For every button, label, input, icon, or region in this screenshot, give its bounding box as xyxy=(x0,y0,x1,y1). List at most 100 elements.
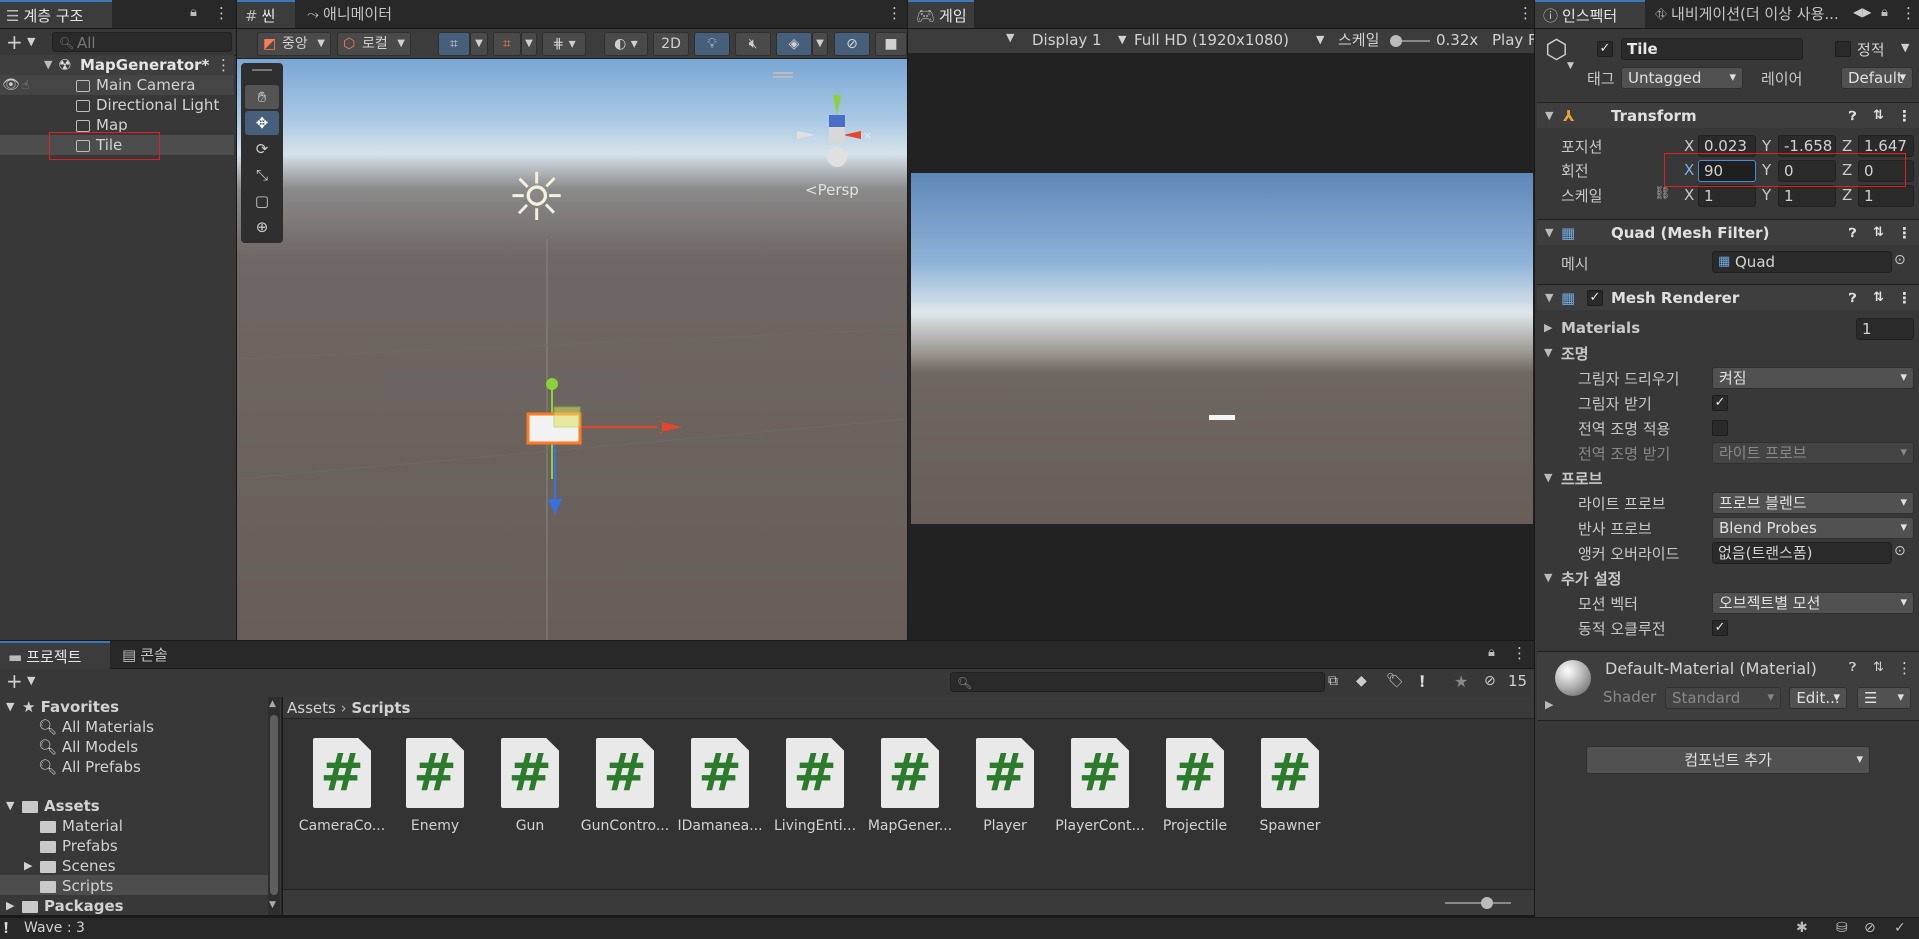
kebab-menu-icon[interactable]: ⋮ xyxy=(214,4,229,22)
kebab-menu-icon[interactable]: ⋮ xyxy=(887,4,902,22)
cache-server-icon[interactable]: ⛁ xyxy=(1836,920,1848,936)
panel-handle-icon[interactable] xyxy=(773,72,793,78)
receive-shadows-checkbox[interactable]: ✓ xyxy=(1712,395,1728,411)
shading-mode-dropdown[interactable]: ◐ ▾ xyxy=(604,32,648,56)
script-asset-projectile[interactable]: # Projectile xyxy=(1150,738,1240,834)
tab-game[interactable]: 🎮︎ 게임 xyxy=(908,0,974,28)
contribute-gi-checkbox[interactable] xyxy=(1712,420,1728,436)
tab-scene[interactable]: # 씬 xyxy=(237,0,295,28)
presets-icon[interactable]: ⇅ xyxy=(1873,660,1884,675)
tab-animator[interactable]: ⤳ 애니메이터 xyxy=(299,0,400,28)
effects-dropdown[interactable]: ▼ xyxy=(812,32,828,56)
thumbnail-size-slider[interactable] xyxy=(1445,897,1511,909)
status-message[interactable]: Wave : 3 xyxy=(24,920,85,936)
local-global-dropdown[interactable]: ⬡ 로컬 ▼ xyxy=(337,32,411,56)
scroll-up-arrow-icon[interactable]: ▲ xyxy=(269,699,276,709)
search-by-label-icon[interactable]: ◆ xyxy=(1356,673,1367,689)
resolution-dropdown[interactable]: Full HD (1920x1080) ▼ xyxy=(1134,29,1330,53)
scale-slider[interactable] xyxy=(1390,35,1430,47)
object-picker-icon[interactable]: ⊙ xyxy=(1894,252,1906,268)
breadcrumb-scripts[interactable]: Scripts xyxy=(351,699,410,717)
add-icon[interactable]: + xyxy=(6,669,23,693)
progress-check-icon[interactable]: ✓ xyxy=(1894,920,1906,936)
foldout-arrow-icon[interactable]: ▼ xyxy=(1544,471,1552,484)
visibility-eye-icon[interactable]: 👁︎ xyxy=(2,75,20,95)
component-menu-icon[interactable]: ⋮ xyxy=(1897,659,1912,677)
tag-dropdown[interactable]: Untagged xyxy=(1621,67,1743,89)
foldout-arrow-icon[interactable]: ▶ xyxy=(6,896,14,916)
search-by-type-icon[interactable]: ⧉ xyxy=(1328,673,1338,689)
mesh-renderer-header[interactable]: ▼ ▦ ✓ Mesh Renderer ❓︎ ⇅ ⋮ xyxy=(1537,284,1919,310)
foldout-arrow-icon[interactable]: ▶ xyxy=(24,856,32,876)
script-asset-cameracontroller[interactable]: # CameraCo... xyxy=(297,738,387,834)
help-icon[interactable]: ❓︎ xyxy=(1849,285,1856,311)
tab-navigation[interactable]: ⛗ 내비게이션(더 이상 사용... xyxy=(1647,0,1867,28)
lock-icon[interactable]: 🔒︎ xyxy=(1881,5,1888,20)
play-mode-dropdown[interactable]: Play F xyxy=(1492,29,1534,51)
script-asset-mapgenerator[interactable]: # MapGener... xyxy=(865,738,955,834)
scene-menu-icon[interactable]: ⋮ xyxy=(216,55,231,75)
component-menu-icon[interactable]: ⋮ xyxy=(1897,285,1912,311)
folder-item-scenes[interactable]: Scenes xyxy=(40,856,116,876)
grid-snap-dropdown[interactable]: ▼ xyxy=(470,32,488,56)
static-dropdown-icon[interactable]: ▼ xyxy=(1901,41,1909,54)
camera-toggle[interactable]: ■ xyxy=(875,32,907,56)
mesh-field[interactable]: ▦ Quad xyxy=(1712,251,1892,273)
help-icon[interactable]: ❓︎ xyxy=(1849,220,1856,246)
breadcrumb-assets[interactable]: Assets xyxy=(287,699,336,717)
tree-scrollbar[interactable]: ▲ ▼ xyxy=(268,697,280,915)
mesh-filter-header[interactable]: ▼ ▦ Quad (Mesh Filter) ❓︎ ⇅ ⋮ xyxy=(1537,219,1919,245)
add-icon[interactable]: + xyxy=(6,30,23,54)
component-menu-icon[interactable]: ⋮ xyxy=(1897,103,1912,129)
static-checkbox[interactable] xyxy=(1835,41,1851,57)
probes-label[interactable]: 프로브 xyxy=(1561,468,1602,489)
scale-tool-button[interactable]: ⤡ xyxy=(245,163,279,187)
script-asset-gun[interactable]: # Gun xyxy=(485,738,575,834)
favorite-star-icon[interactable]: ★ xyxy=(1454,672,1468,691)
add-component-button[interactable]: 컴포넌트 추가 xyxy=(1586,746,1870,774)
script-asset-enemy[interactable]: # Enemy xyxy=(390,738,480,834)
increment-snap-button[interactable]: ⌗ xyxy=(493,32,521,56)
lighting-label[interactable]: 조명 xyxy=(1561,343,1589,364)
hierarchy-item-main-camera[interactable]: 👁︎ ☝ Main Camera xyxy=(0,75,234,95)
kebab-menu-icon[interactable]: ⋮ xyxy=(1512,644,1527,662)
light-probes-dropdown[interactable]: 프로브 블렌드 xyxy=(1712,492,1914,514)
scene-viewport[interactable]: ☼ ✋︎ ✥ ⟳ ⤡ ▢ ⊕ × <Persp xyxy=(237,59,907,640)
layer-dropdown[interactable]: Default xyxy=(1841,67,1913,89)
script-asset-livingentity[interactable]: # LivingEnti... xyxy=(770,738,860,834)
script-asset-player[interactable]: # Player xyxy=(960,738,1050,834)
object-picker-icon[interactable]: ⊙ xyxy=(1894,543,1906,559)
object-name-field[interactable]: Tile xyxy=(1621,38,1803,60)
tab-hierarchy[interactable]: ☰ 계층 구조 xyxy=(0,0,112,28)
transform-header[interactable]: ▼ ⅄ Transform ❓︎ ⇅ ⋮ xyxy=(1537,102,1919,128)
materials-label[interactable]: Materials xyxy=(1561,319,1640,337)
script-asset-guncontroller[interactable]: # GunContro... xyxy=(580,738,670,834)
rect-tool-button[interactable]: ▢ xyxy=(245,189,279,213)
anchor-override-field[interactable]: 없음(트랜스폼) xyxy=(1712,542,1892,564)
favorite-item-prefabs[interactable]: 🔍︎ All Prefabs xyxy=(38,757,141,777)
scale-x-field[interactable]: 1 xyxy=(1698,185,1756,207)
debug-icon[interactable]: ✱ xyxy=(1796,920,1808,936)
shader-edit-button[interactable]: Edit... xyxy=(1789,687,1847,709)
script-asset-spawner[interactable]: # Spawner xyxy=(1245,738,1335,834)
foldout-arrow-icon[interactable]: ▼ xyxy=(1545,103,1553,129)
packages-folder[interactable]: Packages xyxy=(22,896,124,916)
toggle-2d-button[interactable]: 2D xyxy=(653,32,689,56)
mesh-renderer-enabled-checkbox[interactable]: ✓ xyxy=(1587,290,1603,306)
auto-generate-lighting-icon[interactable]: ⊘ xyxy=(1864,920,1876,936)
scene-visibility-toggle[interactable]: ⊘ xyxy=(834,32,870,56)
move-tool-button[interactable]: ✥ xyxy=(245,111,279,135)
foldout-arrow-icon[interactable]: ▼ xyxy=(1545,220,1553,246)
kebab-menu-icon[interactable]: ⋮ xyxy=(1518,4,1533,22)
presets-icon[interactable]: ⇅ xyxy=(1873,103,1884,129)
display-dropdown[interactable]: Display 1 ▼ xyxy=(1032,29,1132,53)
tab-overflow-icon[interactable]: ◀▶ xyxy=(1853,5,1871,19)
foldout-arrow-icon[interactable]: ▼ xyxy=(6,697,14,717)
presets-icon[interactable]: ⇅ xyxy=(1873,285,1884,311)
tab-console[interactable]: ▤ 콘솔 xyxy=(114,641,176,669)
lock-icon[interactable]: 🔒︎ xyxy=(1488,645,1495,660)
tab-project[interactable]: ▬ 프로젝트 xyxy=(0,641,110,669)
constrain-proportions-icon[interactable]: ⛓︎ xyxy=(1654,186,1671,201)
log-type-icon[interactable]: ❗︎ xyxy=(1420,672,1424,692)
thumbnail-slider-thumb[interactable] xyxy=(1481,897,1493,909)
